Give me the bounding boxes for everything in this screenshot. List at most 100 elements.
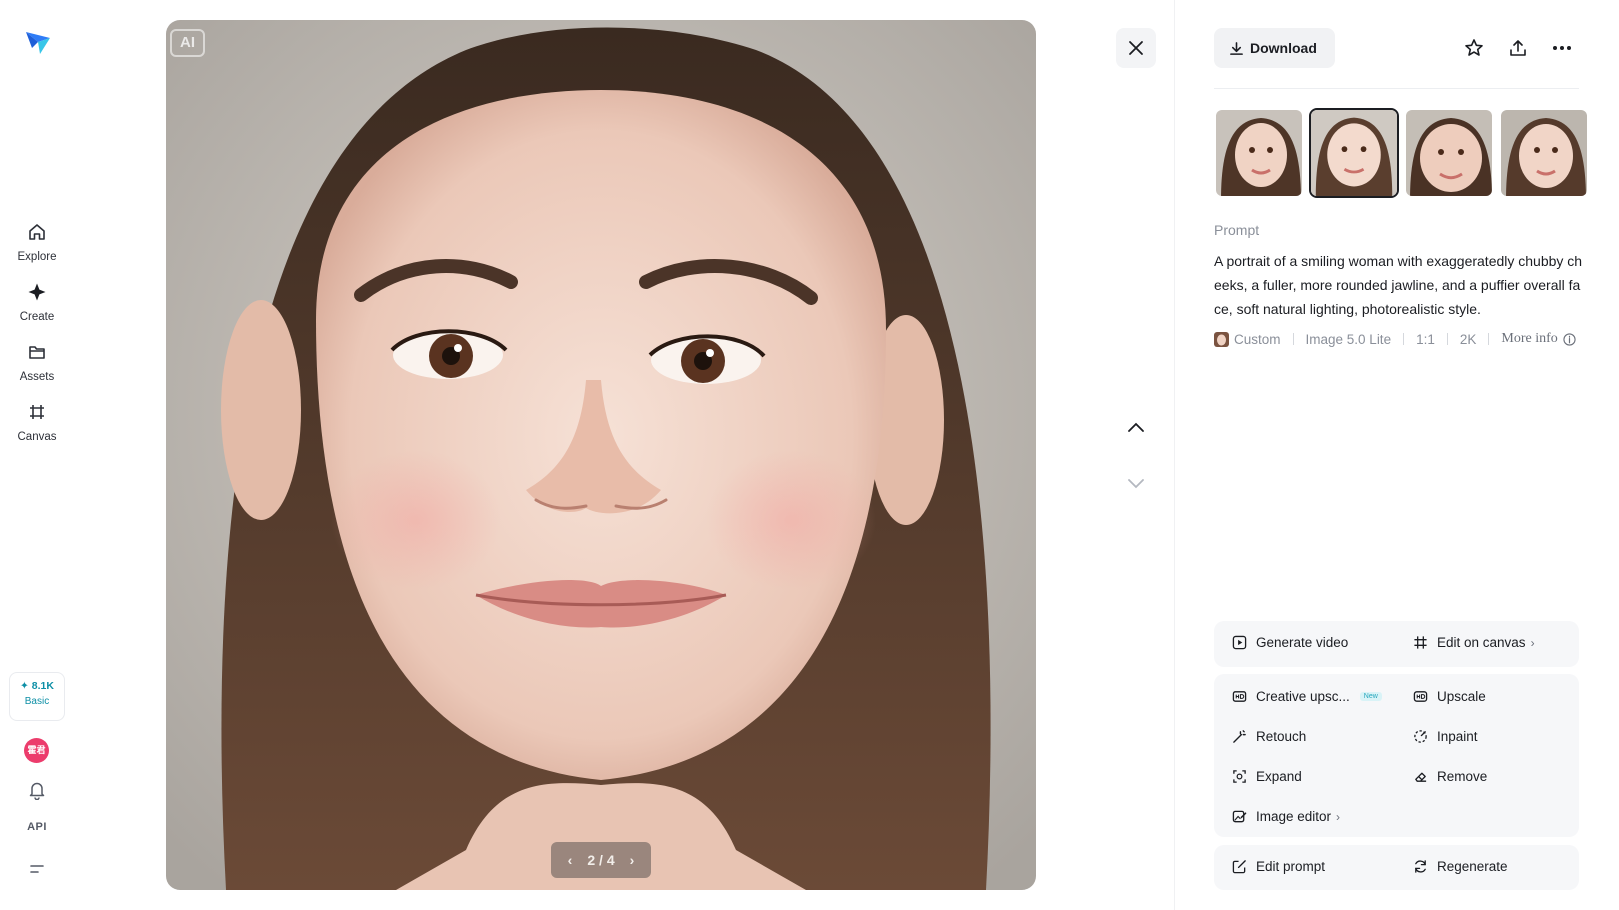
inpaint-button[interactable]: Inpaint [1413, 729, 1478, 744]
sidebar-item-create[interactable]: Create [0, 282, 74, 325]
meta-separator [1446, 333, 1448, 345]
plan-label: Basic [24, 696, 50, 707]
edit-icon [1232, 860, 1246, 874]
upscale-button[interactable]: Upscale [1413, 689, 1486, 704]
footer-actions-card: Edit prompt Regenerate [1214, 845, 1579, 890]
pager-next-button[interactable]: › [625, 852, 639, 868]
retouch-button[interactable]: Retouch [1232, 729, 1306, 744]
close-button[interactable] [1116, 28, 1156, 68]
sidebar-item-label: Assets [19, 371, 55, 383]
api-link[interactable]: API [18, 821, 56, 833]
info-icon[interactable] [1563, 332, 1576, 346]
details-panel: Download Prompt A portrait of a smiling … [1214, 0, 1588, 910]
canvas-frame-icon [30, 405, 44, 419]
primary-actions-card: Generate video Edit on canvas › [1214, 621, 1579, 667]
play-square-icon [1232, 635, 1247, 650]
app-window: Explore Create Assets Canvas ✦ 8.1K Basi… [0, 0, 1619, 910]
action-label: Edit on canvas [1437, 635, 1526, 650]
expand-button[interactable]: Expand [1232, 769, 1302, 784]
sidebar-item-assets[interactable]: Assets [0, 342, 74, 385]
download-button[interactable]: Download [1214, 28, 1335, 68]
meta-style: Custom [1234, 331, 1281, 347]
sidebar-item-label: Canvas [17, 431, 57, 443]
action-label: Expand [1256, 769, 1302, 784]
action-label: Creative upsc... [1256, 689, 1350, 704]
folder-icon [29, 346, 45, 359]
thumbnail-strip [1214, 108, 1589, 198]
action-label: Image editor [1256, 809, 1332, 824]
share-button[interactable] [1504, 34, 1532, 62]
chevron-right-icon: › [1336, 809, 1341, 824]
sidebar-item-label: Explore [17, 251, 57, 263]
image-pager: ‹ 2 / 4 › [551, 842, 651, 878]
action-label: Upscale [1437, 689, 1486, 704]
download-icon [1230, 41, 1243, 55]
style-avatar-icon [1214, 331, 1229, 347]
action-label: Inpaint [1437, 729, 1478, 744]
star-icon [1465, 39, 1483, 56]
meta-separator [1403, 333, 1405, 345]
thumbnail-2[interactable] [1309, 108, 1399, 198]
thumbnail-1[interactable] [1214, 108, 1304, 198]
tools-card: Creative upsc... New Upscale Retouch Inp… [1214, 674, 1579, 837]
chevron-right-icon: › [1530, 635, 1535, 650]
action-label: Edit prompt [1256, 859, 1326, 874]
close-icon [1129, 41, 1143, 55]
meta-resolution: 2K [1459, 331, 1477, 347]
portrait-image [166, 20, 1036, 890]
image-viewer[interactable] [166, 20, 1036, 890]
download-label: Download [1250, 40, 1317, 56]
edit-on-canvas-button[interactable]: Edit on canvas › [1413, 635, 1535, 650]
generate-video-button[interactable]: Generate video [1232, 635, 1348, 650]
next-image-button[interactable] [1116, 468, 1156, 498]
more-options-button[interactable] [1548, 34, 1576, 62]
image-editor-button[interactable]: Image editor › [1232, 809, 1340, 824]
menu-icon[interactable] [24, 862, 50, 884]
edit-prompt-button[interactable]: Edit prompt [1232, 859, 1325, 874]
notification-bell-icon[interactable] [24, 780, 50, 802]
generation-meta: Custom Image 5.0 Lite 1:1 2K More info [1214, 331, 1576, 347]
sidebar-item-label: Create [19, 311, 55, 323]
more-info-link[interactable]: More info [1501, 331, 1557, 347]
sidebar-item-canvas[interactable]: Canvas [0, 402, 74, 445]
chevron-down-icon [1128, 479, 1144, 489]
thumbnail-4[interactable] [1499, 108, 1589, 198]
home-icon [29, 224, 45, 240]
share-icon [1510, 40, 1526, 56]
paper-plane-icon[interactable] [24, 28, 52, 56]
prompt-text: A portrait of a smiling woman with exagg… [1214, 253, 1583, 317]
remove-button[interactable]: Remove [1413, 769, 1487, 784]
eraser-icon [1415, 772, 1427, 782]
action-label: Retouch [1256, 729, 1307, 744]
previous-image-button[interactable] [1116, 412, 1156, 442]
hd-box-icon [1413, 691, 1428, 702]
pager-text: 2 / 4 [587, 852, 615, 868]
creative-upscale-button[interactable]: Creative upsc... New [1232, 689, 1382, 704]
ai-badge: AI [170, 29, 205, 57]
pager-prev-button[interactable]: ‹ [563, 852, 577, 868]
sidebar-item-explore[interactable]: Explore [0, 222, 74, 265]
sparkle-icon [28, 283, 46, 301]
prompt-label: Prompt [1214, 222, 1260, 238]
refresh-icon [1415, 860, 1426, 873]
new-badge: New [1359, 692, 1382, 701]
left-sidebar: Explore Create Assets Canvas ✦ 8.1K Basi… [0, 0, 74, 910]
dashed-circle-icon [1414, 730, 1427, 743]
meta-separator [1488, 333, 1490, 345]
regenerate-button[interactable]: Regenerate [1413, 859, 1508, 874]
meta-ratio: 1:1 [1416, 331, 1435, 347]
avatar[interactable]: 霍君 [24, 738, 49, 763]
expand-icon [1233, 770, 1246, 783]
action-label: Remove [1437, 769, 1488, 784]
magic-wand-icon [1233, 730, 1246, 743]
chevron-up-icon [1128, 422, 1144, 432]
meta-separator [1292, 333, 1294, 345]
action-label: Generate video [1256, 635, 1349, 650]
credits-amount: ✦ 8.1K [20, 680, 54, 692]
favorite-button[interactable] [1460, 34, 1488, 62]
header-divider [1214, 88, 1579, 89]
credits-badge[interactable]: ✦ 8.1K Basic [9, 672, 65, 721]
canvas-frame-icon [1414, 636, 1427, 649]
thumbnail-3[interactable] [1404, 108, 1494, 198]
more-horizontal-icon [1553, 46, 1571, 50]
